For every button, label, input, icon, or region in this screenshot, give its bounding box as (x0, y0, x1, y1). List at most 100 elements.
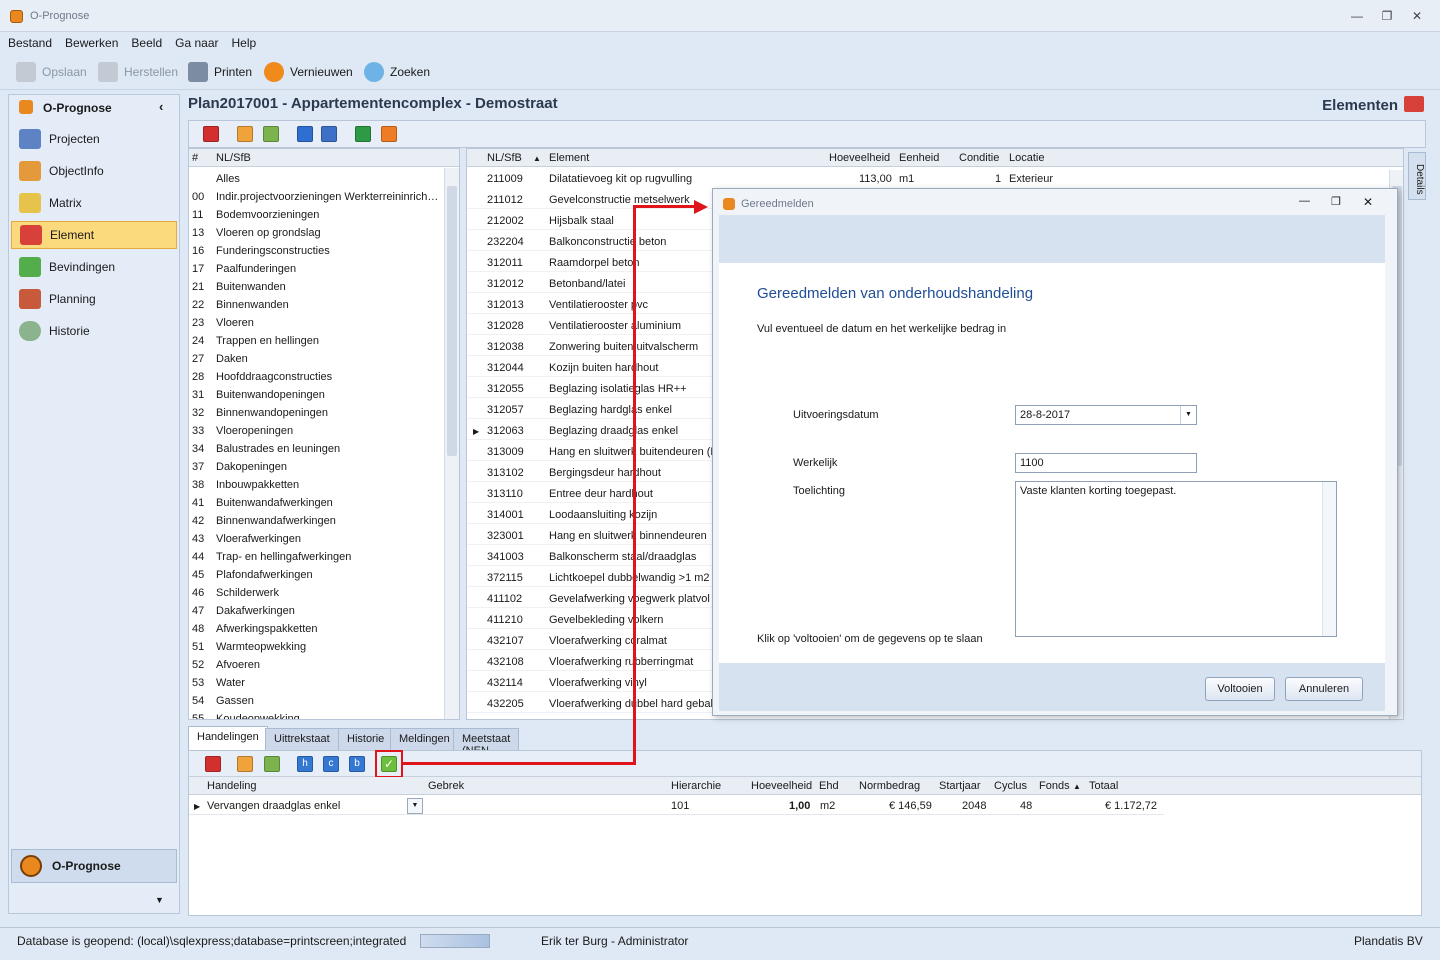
element-row[interactable]: 313102 Bergingsdeur hardhout (467, 464, 713, 482)
element-row[interactable]: 323001 Hang en sluitwerk binnendeuren (467, 527, 713, 545)
delete-action-icon[interactable] (205, 756, 221, 772)
element-row[interactable]: 372115 Lichtkoepel dubbelwandig >1 m2 (467, 569, 713, 587)
sidebar-expand-icon[interactable]: ▼ (155, 895, 164, 905)
menu-bestand[interactable]: Bestand (0, 32, 57, 50)
nlsfb-row[interactable]: 52 Afvoeren (189, 656, 443, 674)
menu-help[interactable]: Help (223, 32, 261, 50)
nlsfb-row[interactable]: 45 Plafondafwerkingen (189, 566, 443, 584)
nlsfb-row[interactable]: 00 Indir.projectvoorzieningen Werkterrein… (189, 188, 443, 206)
tab-uittrekstaat[interactable]: Uittrekstaat (265, 728, 339, 750)
save-button[interactable]: Opslaan (16, 60, 87, 84)
nlsfb-row[interactable]: 27 Daken (189, 350, 443, 368)
nlsfb-row[interactable]: 33 Vloeropeningen (189, 422, 443, 440)
sidebar-item-historie[interactable]: Historie (11, 317, 177, 345)
left-scroll-thumb[interactable] (447, 186, 457, 456)
dialog-close-icon[interactable]: ✕ (1363, 195, 1373, 209)
delete-icon[interactable] (203, 126, 219, 142)
element-row[interactable]: 432108 Vloerafwerking rubberringmat (467, 653, 713, 671)
note-textarea[interactable]: Vaste klanten korting toegepast. (1015, 481, 1337, 637)
search-button[interactable]: Zoeken (364, 60, 430, 84)
print-icon[interactable] (381, 126, 397, 142)
element-row[interactable]: 312044 Kozijn buiten hardhout (467, 359, 713, 377)
element-row[interactable]: 341003 Balkonscherm staal/draadglas (467, 548, 713, 566)
element-row-first[interactable]: 211009 Dilatatievoeg kit op rugvulling 1… (467, 170, 1403, 188)
nlsfb-row[interactable]: 53 Water (189, 674, 443, 692)
sidebar-item-projecten[interactable]: Projecten (11, 125, 177, 153)
left-scrollbar[interactable] (444, 168, 459, 719)
dialog-minimize-icon[interactable]: — (1299, 195, 1310, 207)
element-row[interactable]: 432205 Vloerafwerking dubbel hard gebak (467, 695, 713, 713)
refresh-button[interactable]: Vernieuwen (264, 60, 353, 84)
c-icon[interactable]: c (323, 756, 339, 772)
nlsfb-row[interactable]: 11 Bodemvoorzieningen (189, 206, 443, 224)
element-row[interactable]: 312012 Betonband/latei (467, 275, 713, 293)
date-dropdown-icon[interactable]: ▼ (1180, 406, 1196, 424)
sidebar-item-objectinfo[interactable]: ObjectInfo (11, 157, 177, 185)
b-icon[interactable]: b (349, 756, 365, 772)
tab-handelingen[interactable]: Handelingen (188, 726, 268, 750)
nlsfb-row[interactable]: 31 Buitenwandopeningen (189, 386, 443, 404)
sidebar-item-element[interactable]: Element (11, 221, 177, 249)
element-row[interactable]: 312057 Beglazing hardglas enkel (467, 401, 713, 419)
sidebar-bottom-button[interactable]: O-Prognose (11, 849, 177, 883)
nlsfb-row[interactable]: 28 Hoofddraagconstructies (189, 368, 443, 386)
element-row[interactable]: 432107 Vloerafwerking coralmat (467, 632, 713, 650)
handeling-dropdown-icon[interactable]: ▼ (407, 798, 423, 814)
nlsfb-row[interactable]: 32 Binnenwandopeningen (189, 404, 443, 422)
nlsfb-row[interactable]: 21 Buitenwanden (189, 278, 443, 296)
note-scrollbar[interactable] (1322, 482, 1336, 636)
element-row[interactable]: 432114 Vloerafwerking vinyl (467, 674, 713, 692)
actual-amount-field[interactable]: 1100 (1015, 453, 1197, 473)
nlsfb-row[interactable]: 51 Warmteopwekking (189, 638, 443, 656)
nlsfb-row[interactable]: 37 Dakopeningen (189, 458, 443, 476)
nlsfb-row[interactable]: 34 Balustrades en leuningen (189, 440, 443, 458)
nlsfb-row[interactable]: 54 Gassen (189, 692, 443, 710)
nlsfb-row[interactable]: 23 Vloeren (189, 314, 443, 332)
restore-button[interactable]: Herstellen (98, 60, 178, 84)
sidebar-item-planning[interactable]: Planning (11, 285, 177, 313)
sidebar-item-bevindingen[interactable]: Bevindingen (11, 253, 177, 281)
dialog-maximize-icon[interactable]: ❐ (1331, 195, 1341, 208)
element-row[interactable]: 411102 Gevelafwerking voegwerk platvol (467, 590, 713, 608)
nlsfb-row[interactable]: 13 Vloeren op grondslag (189, 224, 443, 242)
h-icon[interactable]: h (297, 756, 313, 772)
nlsfb-row[interactable]: 47 Dakafwerkingen (189, 602, 443, 620)
voltooien-button[interactable]: Voltooien (1205, 677, 1275, 701)
maximize-icon[interactable]: ❐ (1376, 8, 1398, 24)
nlsfb-row[interactable]: 43 Vloerafwerkingen (189, 530, 443, 548)
element-row[interactable]: 312011 Raamdorpel beton (467, 254, 713, 272)
excel-icon[interactable] (355, 126, 371, 142)
edit-action-icon[interactable] (237, 756, 253, 772)
add-icon[interactable] (297, 126, 313, 142)
print-button[interactable]: Printen (188, 60, 252, 84)
nlsfb-row[interactable]: 16 Funderingsconstructies (189, 242, 443, 260)
copy-icon[interactable] (321, 126, 337, 142)
nlsfb-row[interactable]: 38 Inbouwpakketten (189, 476, 443, 494)
edit-icon[interactable] (237, 126, 253, 142)
nlsfb-row[interactable]: 55 Koudeopwekking (189, 710, 443, 719)
element-row[interactable]: 312013 Ventilatierooster pvc (467, 296, 713, 314)
nlsfb-row[interactable]: 17 Paalfunderingen (189, 260, 443, 278)
nlsfb-row[interactable]: 42 Binnenwandafwerkingen (189, 512, 443, 530)
action-row[interactable]: ▶ Vervangen draadglas enkel ▼ 101 1,00 m… (189, 797, 1164, 815)
nlsfb-row[interactable]: 22 Binnenwanden (189, 296, 443, 314)
element-row[interactable]: 312063 Beglazing draadglas enkel (467, 422, 713, 440)
sidebar-item-matrix[interactable]: Matrix (11, 189, 177, 217)
menu-ga-naar[interactable]: Ga naar (167, 32, 223, 50)
nlsfb-row[interactable]: 24 Trappen en hellingen (189, 332, 443, 350)
checkmark-icon[interactable]: ✓ (381, 756, 397, 772)
date-field[interactable]: 28-8-2017 ▼ (1015, 405, 1197, 425)
window-action-icon[interactable] (264, 756, 280, 772)
window-icon[interactable] (263, 126, 279, 142)
minimize-icon[interactable]: — (1346, 8, 1368, 24)
tab-meetstaat[interactable]: Meetstaat (NEN 3140) (453, 728, 520, 769)
element-row[interactable]: 411210 Gevelbekleding volkern (467, 611, 713, 629)
element-row[interactable]: 313110 Entree deur hardhout (467, 485, 713, 503)
element-row[interactable]: 312028 Ventilatierooster aluminium (467, 317, 713, 335)
menu-bewerken[interactable]: Bewerken (57, 32, 123, 50)
nlsfb-row[interactable]: 41 Buitenwandafwerkingen (189, 494, 443, 512)
element-row[interactable]: 312038 Zonwering buiten uitvalscherm (467, 338, 713, 356)
nlsfb-row[interactable]: 44 Trap- en hellingafwerkingen (189, 548, 443, 566)
element-row[interactable]: 232204 Balkonconstructie beton (467, 233, 713, 251)
nlsfb-row[interactable]: Alles (189, 170, 443, 188)
